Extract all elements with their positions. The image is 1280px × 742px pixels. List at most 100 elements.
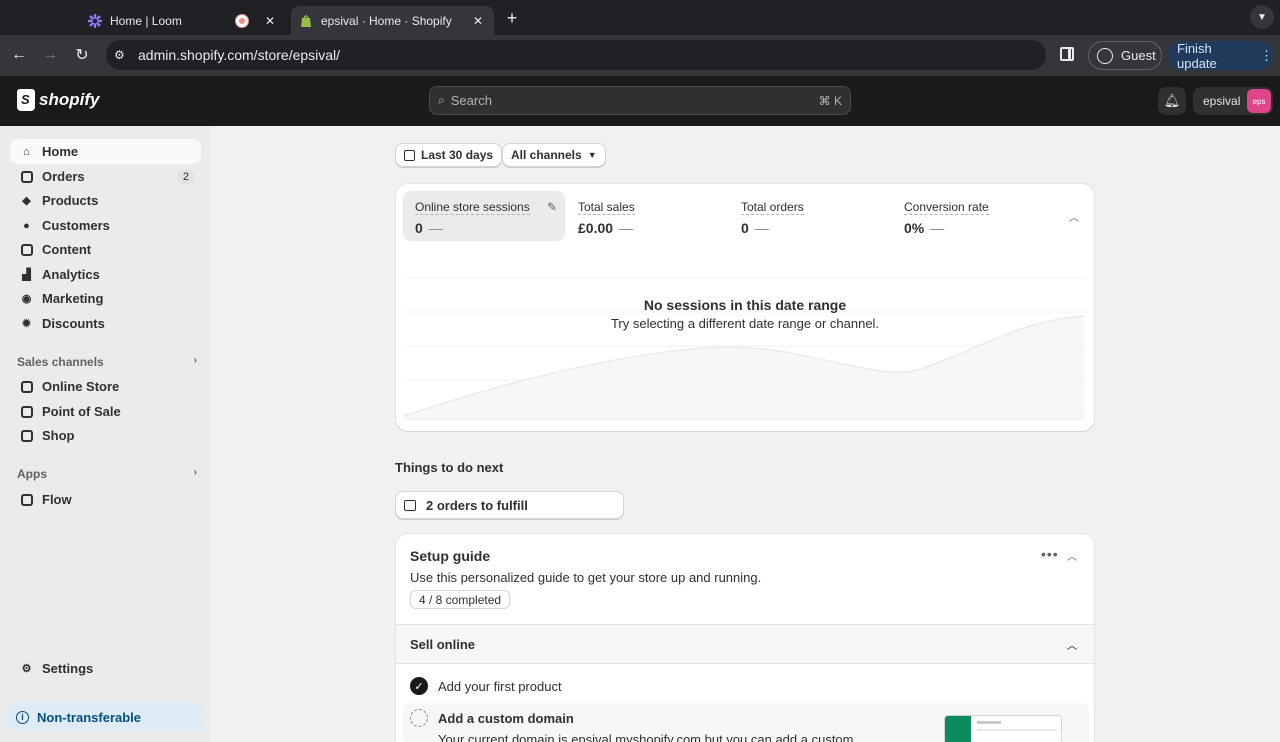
chevron-right-icon: › <box>193 355 197 366</box>
setup-guide-description: Use this personalized guide to get your … <box>410 570 762 585</box>
sidebar-item-label: Settings <box>42 661 94 676</box>
tab-title: Home | Loom <box>110 13 182 28</box>
date-range-button[interactable]: Last 30 days <box>395 143 503 167</box>
metric-label: Total sales <box>578 200 635 215</box>
edit-pencil-icon[interactable]: ✎ <box>547 200 557 214</box>
empty-state: No sessions in this date range Try selec… <box>396 297 1094 331</box>
more-horizontal-icon[interactable]: ••• <box>1041 546 1059 562</box>
site-settings-icon[interactable]: ⚙ <box>114 48 128 62</box>
search-input[interactable]: ⌕ Search ⌘ K <box>429 86 851 115</box>
gear-icon: ⚙ <box>21 663 32 675</box>
chevron-up-icon[interactable]: ︿ <box>1069 209 1079 224</box>
search-placeholder: Search <box>450 93 492 108</box>
chevron-up-icon[interactable]: ︿ <box>1067 548 1077 563</box>
sidebar-item-point-of-sale[interactable]: Point of Sale <box>10 399 201 424</box>
channels-label: All channels <box>511 148 582 162</box>
sell-online-section[interactable]: Sell online ︿ <box>396 624 1094 664</box>
back-icon[interactable]: ← <box>7 43 31 67</box>
address-bar[interactable]: ⚙ admin.shopify.com/store/epsival/ <box>106 40 1046 70</box>
metric-online-store-sessions[interactable]: Online store sessions 0— ✎ <box>403 191 565 241</box>
sidebar-item-label: Discounts <box>42 316 105 331</box>
sidebar-item-settings[interactable]: ⚙ Settings <box>10 656 201 681</box>
section-title: Sell online <box>410 636 476 652</box>
sidebar-item-products[interactable]: ◆ Products <box>10 188 201 213</box>
metric-conversion-rate[interactable]: Conversion rate 0% — <box>892 191 1054 241</box>
shopify-logo[interactable]: shopify <box>17 89 99 111</box>
shop-icon <box>20 429 33 442</box>
browser-toolbar: ← → ↻ ⚙ admin.shopify.com/store/epsival/… <box>0 35 1280 76</box>
sidebar-item-label: Orders <box>42 169 85 184</box>
orders-count-badge: 2 <box>176 169 195 184</box>
sidebar-item-label: Point of Sale <box>42 404 121 419</box>
domain-illustration <box>944 715 1062 742</box>
profile-button[interactable]: Guest <box>1088 41 1162 70</box>
sidebar-item-shop[interactable]: Shop <box>10 423 201 448</box>
store-menu-button[interactable]: epsival eps <box>1193 87 1273 115</box>
tab-search-icon[interactable]: ▼ <box>1250 5 1274 29</box>
channels-dropdown[interactable]: All channels ▼ <box>502 143 606 167</box>
sidebar-item-marketing[interactable]: ◉ Marketing <box>10 286 201 311</box>
checkmark-icon: ✓ <box>410 677 428 695</box>
metric-total-orders[interactable]: Total orders 0— <box>729 191 891 241</box>
search-icon: ⌕ <box>438 93 445 107</box>
new-tab-icon[interactable]: + <box>503 8 521 29</box>
shopify-bag-icon <box>301 14 311 27</box>
home-icon: ⌂ <box>23 145 30 158</box>
empty-state-subtitle: Try selecting a different date range or … <box>610 316 880 331</box>
sidebar-item-home[interactable]: ⌂ Home <box>10 139 201 164</box>
setup-guide-card: Setup guide Use this personalized guide … <box>396 534 1094 742</box>
profile-label: Guest <box>1121 48 1156 63</box>
sidebar-item-label: Home <box>42 144 79 159</box>
tag-icon: ◆ <box>22 195 31 207</box>
metric-value: 0— <box>415 220 443 236</box>
calendar-icon <box>404 149 415 161</box>
sidebar-item-customers[interactable]: ● Customers <box>10 213 201 238</box>
person-icon: ● <box>23 219 30 232</box>
close-tab-icon[interactable]: ✕ <box>262 14 278 28</box>
sales-channels-header[interactable]: Sales channels › <box>17 355 197 369</box>
non-transferable-label: Non-transferable <box>37 709 142 725</box>
bar-chart-icon: ▟ <box>22 269 31 281</box>
sidebar-item-label: Analytics <box>42 267 100 282</box>
task-add-custom-domain[interactable]: Add a custom domain <box>410 709 574 727</box>
sidebar-item-label: Flow <box>42 492 72 507</box>
task-label: Add your first product <box>438 678 562 694</box>
inbox-icon <box>404 499 416 511</box>
info-icon: i <box>16 710 29 724</box>
orders-to-fulfill-button[interactable]: 2 orders to fulfill <box>395 491 624 519</box>
notifications-bell-icon[interactable]: 🔔︎ <box>1158 87 1186 115</box>
tab-shopify[interactable]: epsival · Home · Shopify ✕ <box>291 6 494 35</box>
metric-value: 0— <box>741 220 769 236</box>
sidebar-item-discounts[interactable]: ✹ Discounts <box>10 311 201 336</box>
section-title: Sales channels <box>17 355 104 369</box>
task-add-first-product[interactable]: ✓ Add your first product <box>410 677 562 695</box>
section-title: Apps <box>17 467 47 481</box>
sidebar-item-analytics[interactable]: ▟ Analytics <box>10 262 201 287</box>
orders-to-fulfill-label: 2 orders to fulfill <box>426 497 528 513</box>
sidebar-item-flow[interactable]: Flow <box>10 487 201 512</box>
orders-icon <box>20 170 33 183</box>
sidebar-item-online-store[interactable]: Online Store <box>10 374 201 399</box>
chevron-up-icon: ︿ <box>1067 641 1077 652</box>
reload-icon[interactable]: ↻ <box>70 43 94 67</box>
more-vert-icon: ⋮ <box>1260 47 1273 63</box>
finish-update-button[interactable]: Finish update ⋮ <box>1168 41 1273 71</box>
close-tab-icon[interactable]: ✕ <box>470 14 486 28</box>
metric-total-sales[interactable]: Total sales £0.00— <box>566 191 728 241</box>
apps-header[interactable]: Apps › <box>17 467 197 481</box>
sidebar-item-content[interactable]: Content <box>10 237 201 262</box>
tab-title: epsival · Home · Shopify <box>321 13 452 28</box>
empty-state-title: No sessions in this date range <box>643 297 847 313</box>
task-description: Your current domain is epsival.myshopify… <box>438 732 854 742</box>
sidebar-item-orders[interactable]: Orders 2 <box>10 164 201 189</box>
progress-badge: 4 / 8 completed <box>410 590 511 609</box>
tab-loom[interactable]: Home | Loom ✕ <box>80 6 286 35</box>
flow-icon <box>20 493 33 506</box>
sidebar-item-label: Content <box>42 242 92 257</box>
side-panel-icon[interactable] <box>1060 47 1074 61</box>
forward-icon[interactable]: → <box>38 43 62 67</box>
store-icon <box>20 380 33 393</box>
url-text: admin.shopify.com/store/epsival/ <box>138 47 341 63</box>
discount-icon: ✹ <box>21 318 32 330</box>
non-transferable-banner[interactable]: i Non-transferable <box>6 702 204 732</box>
